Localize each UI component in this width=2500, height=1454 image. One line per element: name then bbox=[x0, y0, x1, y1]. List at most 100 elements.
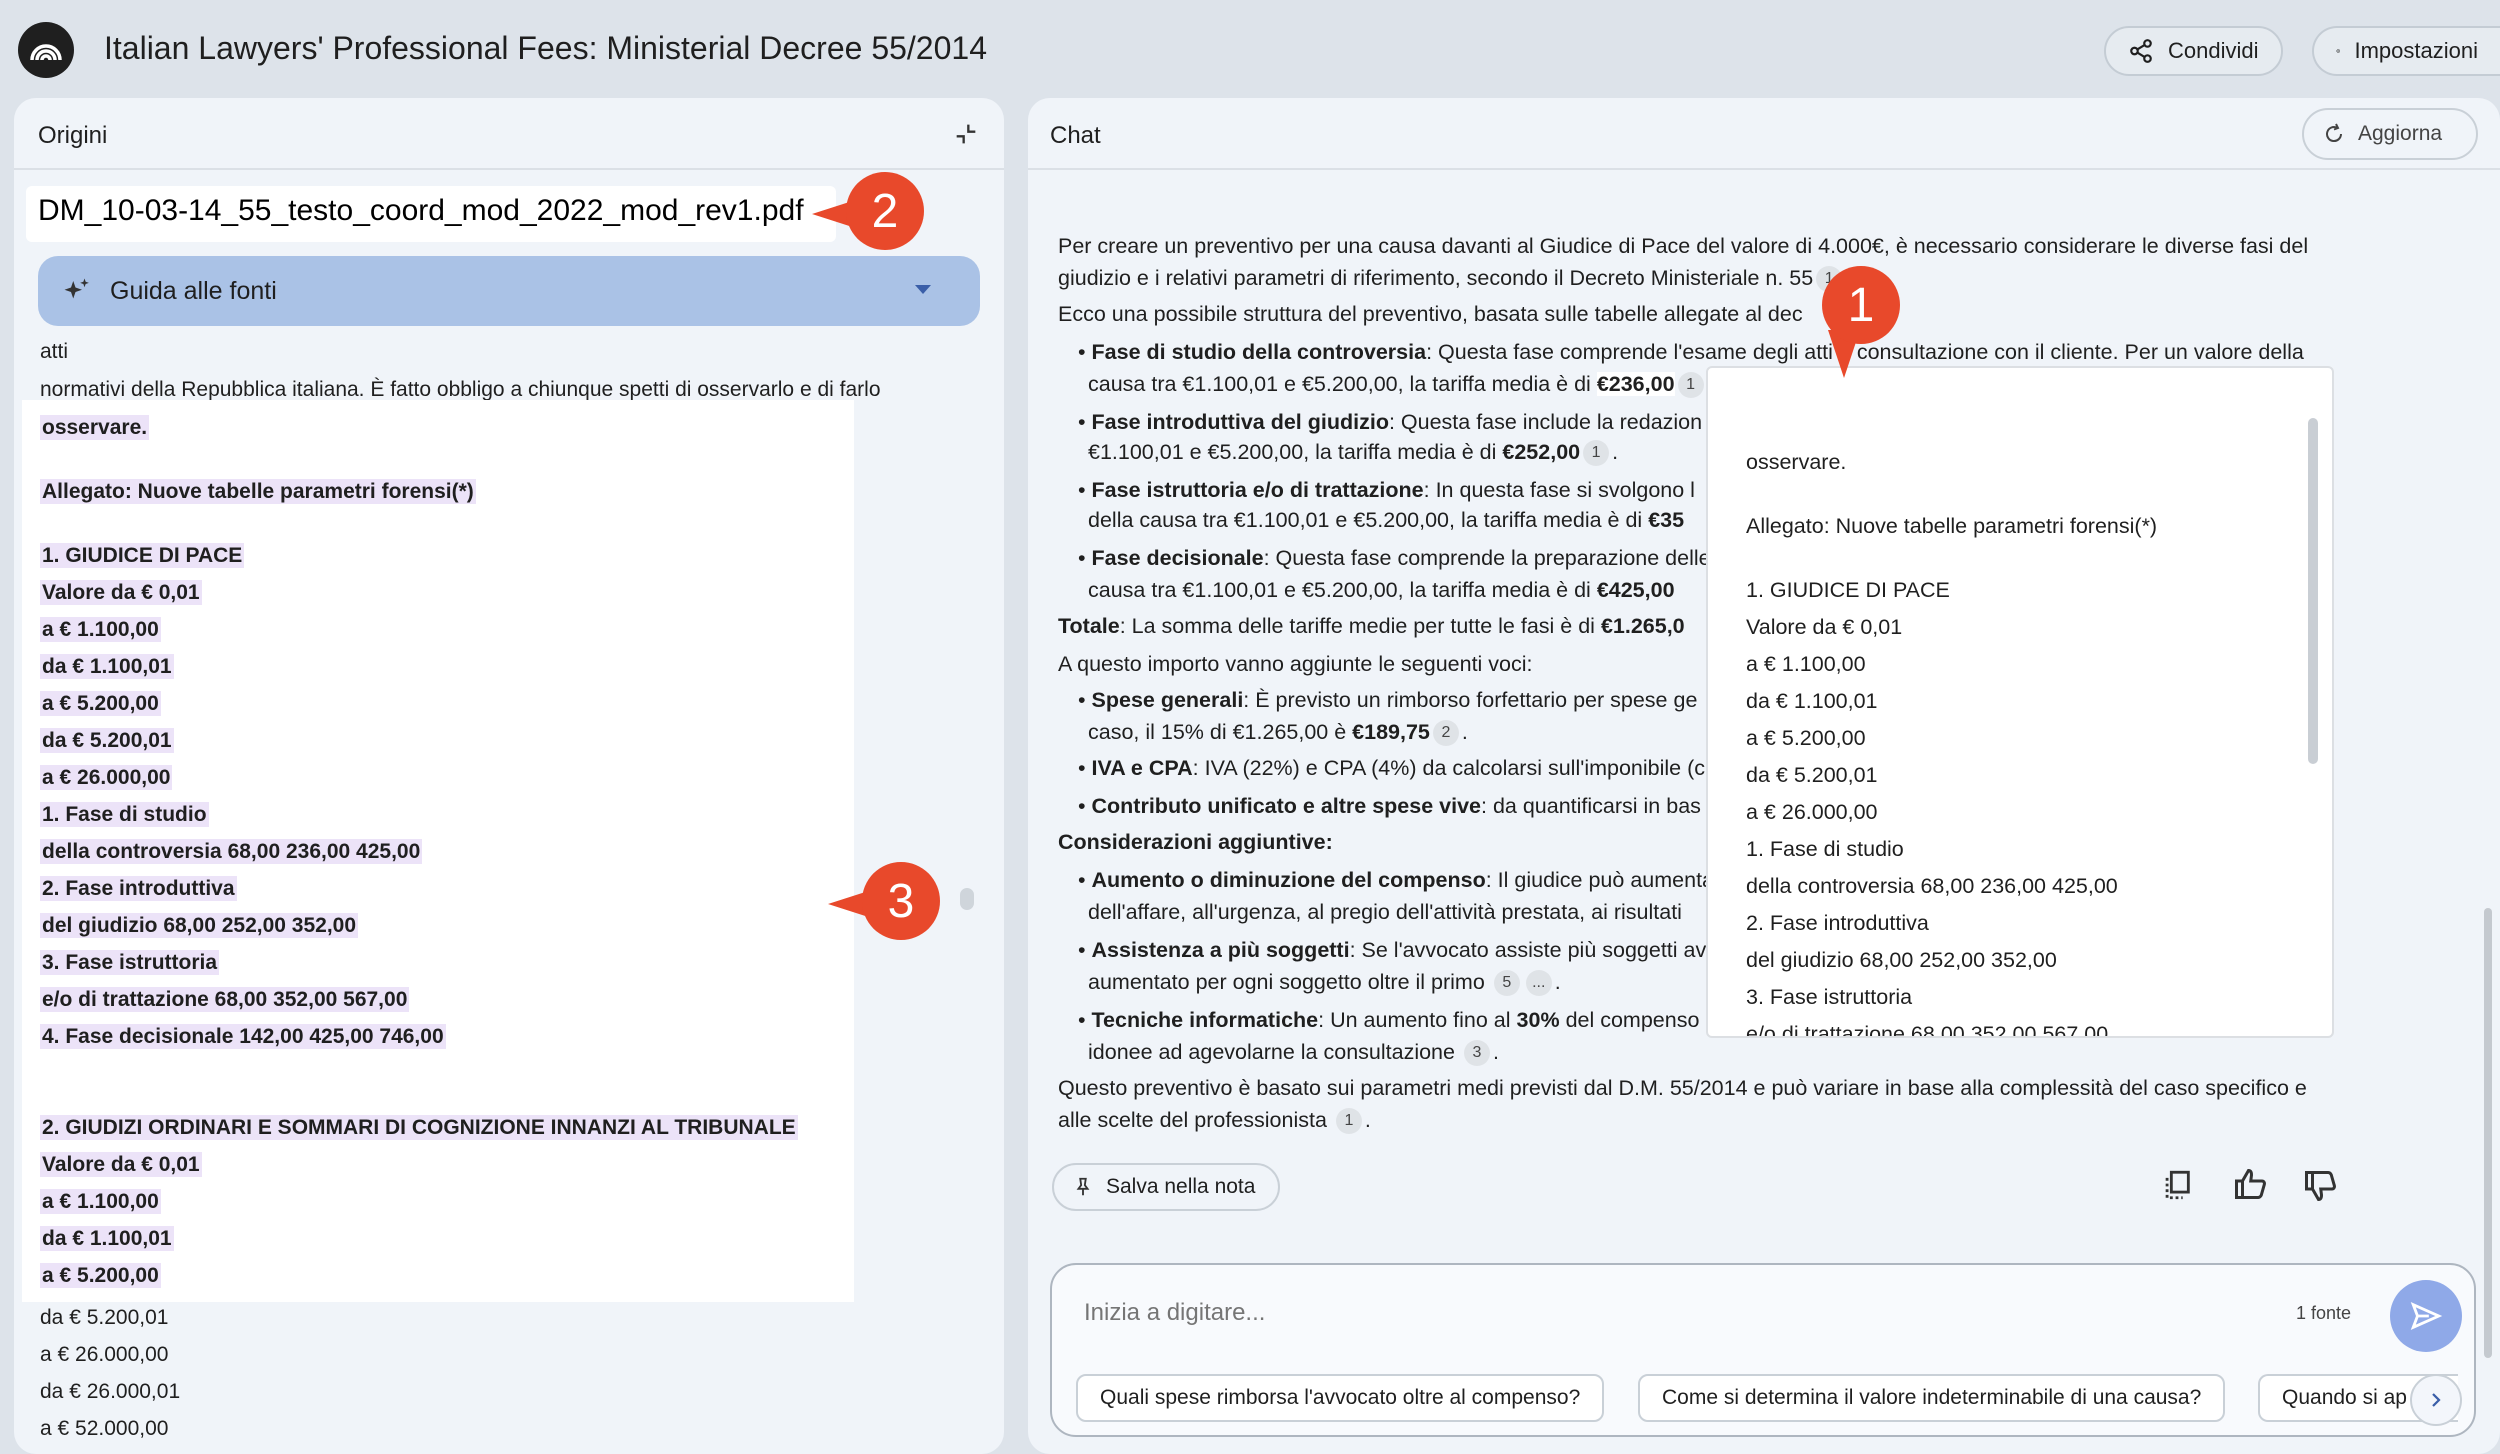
popup-line: del giudizio 68,00 252,00 352,00 bbox=[1746, 948, 2057, 972]
chevron-down-icon bbox=[915, 285, 931, 294]
popup-line: osservare. bbox=[1746, 450, 1847, 474]
refresh-button[interactable]: Aggiorna bbox=[2302, 108, 2478, 160]
chat-bold: Tecniche informatiche bbox=[1091, 1008, 1319, 1032]
gear-icon bbox=[2336, 48, 2341, 54]
chat-input[interactable] bbox=[1084, 1291, 2144, 1335]
chat-line: : da quantificarsi in bas bbox=[1481, 794, 1701, 818]
citation-popup: osservare. Allegato: Nuove tabelle param… bbox=[1706, 366, 2334, 1038]
highlighted-line: e/o di trattazione 68,00 352,00 567,00 bbox=[40, 987, 410, 1012]
settings-button[interactable]: Impostazioni bbox=[2312, 26, 2500, 76]
chat-bold: 30% bbox=[1516, 1008, 1560, 1032]
send-icon bbox=[2410, 1301, 2443, 1331]
chat-line: dell'affare, all'urgenza, al pregio dell… bbox=[1088, 900, 1682, 924]
chat-line: aumentato per ogni soggetto oltre il pri… bbox=[1088, 970, 1485, 994]
chat-line: Ecco una possibile struttura del prevent… bbox=[1058, 302, 1803, 326]
chat-bold: Fase di studio della controversia bbox=[1091, 340, 1427, 364]
chat-line: : La somma delle tariffe medie per tutte… bbox=[1119, 614, 1595, 638]
source-text-line: da € 26.000,01 bbox=[40, 1380, 181, 1403]
suggestion-chip[interactable]: Quali spese rimborsa l'avvocato oltre al… bbox=[1076, 1374, 1605, 1422]
popup-scrollbar[interactable] bbox=[2308, 418, 2318, 764]
highlighted-line: da € 1.100,01 bbox=[40, 1226, 174, 1251]
suggestion-chip[interactable]: Come si determina il valore indeterminab… bbox=[1638, 1374, 2226, 1422]
chat-scrollbar[interactable] bbox=[2484, 908, 2492, 1358]
save-label: Salva nella nota bbox=[1106, 1175, 1256, 1198]
chat-line: del compenso bbox=[1565, 1008, 1700, 1032]
popup-line: a € 5.200,00 bbox=[1746, 726, 1866, 750]
chat-bold: €425,00 bbox=[1596, 578, 1675, 602]
thumbs-up-icon[interactable] bbox=[2232, 1166, 2268, 1202]
chat-line: idonee ad agevolarne la consultazione bbox=[1088, 1040, 1455, 1064]
highlighted-line: da € 1.100,01 bbox=[40, 654, 174, 679]
popup-line: Allegato: Nuove tabelle parametri forens… bbox=[1746, 514, 2158, 538]
source-text-line: normativi della Repubblica italiana. È f… bbox=[40, 378, 881, 401]
highlighted-line: 3. Fase istruttoria bbox=[40, 950, 220, 975]
thumbs-down-icon[interactable] bbox=[2302, 1168, 2338, 1204]
highlighted-line: 1. Fase di studio bbox=[40, 802, 209, 827]
highlighted-line: da € 5.200,01 bbox=[40, 728, 174, 753]
highlighted-line: 1. GIUDICE DI PACE bbox=[40, 543, 245, 568]
share-button[interactable]: Condividi bbox=[2104, 26, 2283, 76]
citation-chip[interactable]: 2 bbox=[1432, 720, 1459, 747]
chat-bold: IVA e CPA bbox=[1091, 756, 1193, 780]
collapse-icon[interactable] bbox=[952, 120, 980, 148]
chat-line: causa tra €1.100,01 e €5.200,00, la tari… bbox=[1088, 578, 1591, 602]
top-bar: Italian Lawyers' Professional Fees: Mini… bbox=[0, 0, 2500, 98]
citation-chip[interactable]: ... bbox=[1525, 970, 1552, 997]
suggestions-next-button[interactable] bbox=[2410, 1374, 2462, 1426]
highlighted-line: 2. Fase introduttiva bbox=[40, 876, 237, 901]
highlighted-line: Allegato: Nuove tabelle parametri forens… bbox=[40, 479, 476, 504]
popup-line: a € 1.100,00 bbox=[1746, 652, 1866, 676]
chevron-right-icon bbox=[2432, 1393, 2441, 1407]
save-to-note-button[interactable]: Salva nella nota bbox=[1052, 1163, 1280, 1211]
chat-line: €1.100,01 e €5.200,00, la tariffa media … bbox=[1088, 440, 1497, 464]
share-label: Condividi bbox=[2168, 38, 2259, 63]
chat-line: : Se l'avvocato assiste più soggetti av bbox=[1349, 938, 1707, 962]
share-icon bbox=[2130, 39, 2152, 63]
source-text-line: a € 26.000,00 bbox=[40, 1343, 169, 1366]
highlighted-line: a € 1.100,00 bbox=[40, 1189, 161, 1214]
chat-line: alle scelte del professionista bbox=[1058, 1108, 1327, 1132]
chat-line: : Il giudice può aumenta bbox=[1485, 868, 1714, 892]
highlighted-line: osservare. bbox=[40, 415, 150, 440]
citation-chip[interactable]: 1 bbox=[1677, 372, 1704, 399]
popup-line: 2. Fase introduttiva bbox=[1746, 911, 1929, 935]
popup-line: da € 5.200,01 bbox=[1746, 763, 1878, 787]
citation-chip[interactable]: 5 bbox=[1493, 970, 1520, 997]
highlighted-line: a € 1.100,00 bbox=[40, 617, 161, 642]
send-button[interactable] bbox=[2390, 1280, 2462, 1352]
chat-line: giudizio e i relativi parametri di rifer… bbox=[1058, 266, 1814, 290]
chat-bold: €189,75 bbox=[1352, 720, 1430, 744]
citation-chip[interactable]: 1 bbox=[1335, 1108, 1362, 1135]
chat-bold: €252,00 bbox=[1502, 440, 1581, 464]
chat-header: Chat Aggiorna bbox=[1028, 98, 2500, 170]
chat-bold: Fase istruttoria e/o di trattazione bbox=[1091, 478, 1424, 502]
source-scroll-indicator[interactable] bbox=[960, 888, 974, 910]
chat-bold: €236,00 bbox=[1596, 372, 1675, 396]
chat-bold: Fase introduttiva del giudizio bbox=[1091, 410, 1389, 434]
chat-bold: Considerazioni aggiuntive: bbox=[1058, 830, 1333, 854]
chat-line: : Questa fase include la redazion bbox=[1388, 410, 1703, 434]
app-logo-icon[interactable] bbox=[18, 22, 74, 78]
citation-chip[interactable]: 1 bbox=[1583, 440, 1610, 467]
chat-line: della causa tra €1.100,01 e €5.200,00, l… bbox=[1088, 508, 1643, 532]
chat-line: causa tra €1.100,01 e €5.200,00, la tari… bbox=[1088, 372, 1591, 396]
highlighted-line: a € 26.000,00 bbox=[40, 765, 173, 790]
copy-icon[interactable] bbox=[2160, 1168, 2194, 1202]
popup-line: della controversia 68,00 236,00 425,00 bbox=[1746, 874, 2118, 898]
source-guide-dropdown[interactable]: Guida alle fonti bbox=[38, 256, 980, 326]
popup-line: da € 1.100,01 bbox=[1746, 689, 1878, 713]
refresh-label: Aggiorna bbox=[2358, 122, 2443, 145]
highlighted-line: 2. GIUDIZI ORDINARI E SOMMARI DI COGNIZI… bbox=[40, 1115, 798, 1140]
citation-chip[interactable]: 3 bbox=[1463, 1040, 1490, 1067]
pin-icon bbox=[1076, 1177, 1090, 1196]
notebook-title[interactable]: Italian Lawyers' Professional Fees: Mini… bbox=[104, 30, 987, 67]
popup-line: e/o di trattazione 68,00 352,00 567,00 bbox=[1746, 1022, 2109, 1036]
annotation-badge-3: 3 bbox=[862, 862, 940, 940]
chat-bold: Spese generali bbox=[1091, 688, 1244, 712]
source-text-line: atti bbox=[40, 340, 69, 363]
chat-bold: Contributo unificato e altre spese vive bbox=[1091, 794, 1481, 818]
annotation-badge-2: 2 bbox=[846, 172, 924, 250]
source-filename: DM_10-03-14_55_testo_coord_mod_2022_mod_… bbox=[26, 186, 836, 242]
chat-line: Per creare un preventivo per una causa d… bbox=[1058, 234, 2309, 258]
chat-bold: Fase decisionale bbox=[1091, 546, 1264, 570]
